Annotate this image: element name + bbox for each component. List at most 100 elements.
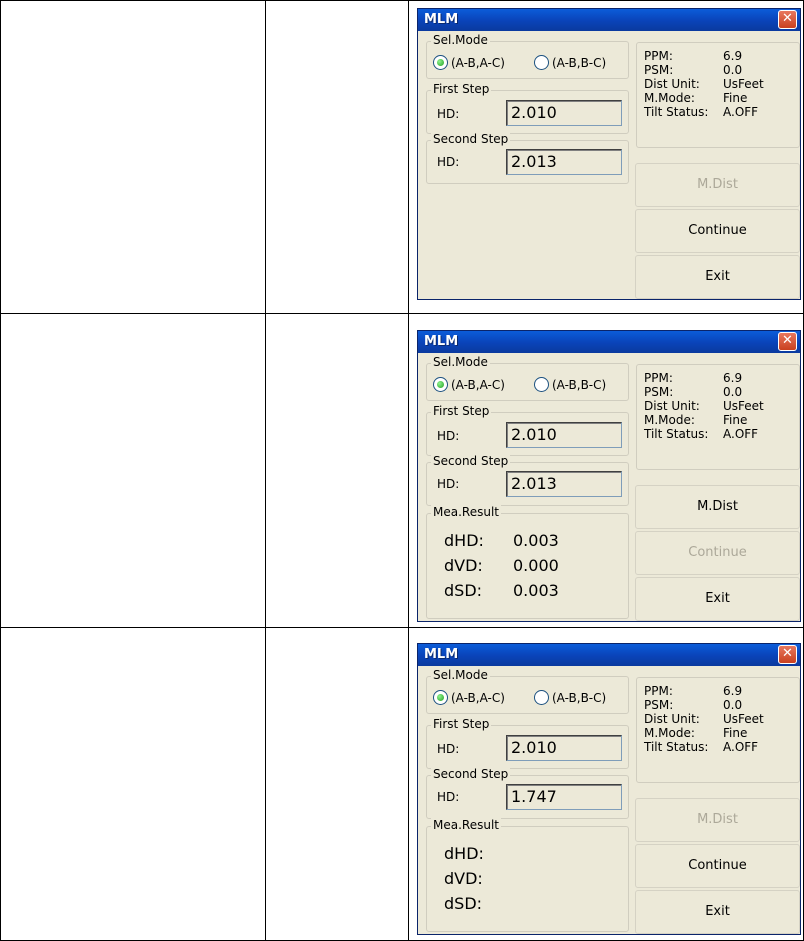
dsd-label: dSD: [444,894,483,913]
close-icon: ✕ [782,646,793,661]
sel-mode-label: Sel.Mode [431,355,490,369]
hd-label: HD: [437,742,460,756]
empty-cell [0,627,265,940]
m-mode-label: M.Mode: [644,726,695,740]
close-button[interactable]: ✕ [778,645,797,664]
ppm-label: PPM: [644,684,673,698]
hd-label: HD: [437,155,460,169]
close-button[interactable]: ✕ [778,10,797,29]
tilt-status-label: Tilt Status: [644,105,709,119]
empty-cell [265,313,408,627]
dist-unit-value: UsFeet [723,399,764,413]
mea-result-label: Mea.Result [431,818,501,832]
first-step-label: First Step [431,82,492,96]
m-mode-value: Fine [723,413,748,427]
first-step-label: First Step [431,404,492,418]
hd-label: HD: [437,429,460,443]
second-hd-field[interactable]: 1.747 [506,784,622,810]
title-bar: MLM ✕ [418,331,800,353]
exit-button[interactable]: Exit [635,255,800,299]
title-bar: MLM ✕ [418,9,800,31]
m-dist-button[interactable]: M.Dist [635,485,800,529]
continue-button[interactable]: Continue [635,531,800,575]
first-hd-field[interactable]: 2.010 [506,100,622,126]
continue-button[interactable]: Continue [635,209,800,253]
screenshot-cell: MLM ✕ Sel.Mode (A-B,A-C) (A-B,B-C) First… [408,313,804,627]
dsd-label: dSD: [444,581,483,600]
ppm-label: PPM: [644,371,673,385]
table-row: MLM ✕ Sel.Mode (A-B,A-C) (A-B,B-C) First… [0,627,804,940]
radio-ab-bc[interactable]: (A-B,B-C) [534,55,606,70]
m-mode-label: M.Mode: [644,91,695,105]
radio-ab-ac-label: (A-B,A-C) [451,690,505,705]
m-dist-button[interactable]: M.Dist [635,163,800,207]
radio-selected-icon [433,377,448,392]
tilt-status-label: Tilt Status: [644,427,709,441]
table-row: MLM ✕ Sel.Mode (A-B,A-C) (A-B,B-C) First… [0,0,804,313]
ppm-value: 6.9 [723,49,743,63]
screenshot-cell: MLM ✕ Sel.Mode (A-B,A-C) (A-B,B-C) First… [408,0,804,313]
first-step-group: First Step HD: 2.010 [426,717,629,769]
mea-result-group: Mea.Result dHD: 0.003 dVD: 0.000 dSD: 0.… [426,505,629,619]
layout-table: MLM ✕ Sel.Mode (A-B,A-C) (A-B,B-C) First… [0,0,804,941]
mea-result-group: Mea.Result dHD: dVD: dSD: [426,818,629,932]
psm-value: 0.0 [723,698,743,712]
exit-button[interactable]: Exit [635,890,800,934]
ppm-value: 6.9 [723,371,743,385]
sel-mode-group: Sel.Mode (A-B,A-C) (A-B,B-C) [426,33,629,79]
radio-ab-bc-label: (A-B,B-C) [552,377,607,392]
mea-result-label: Mea.Result [431,505,501,519]
m-mode-value: Fine [723,726,748,740]
first-step-label: First Step [431,717,492,731]
mlm-window: MLM ✕ Sel.Mode (A-B,A-C) (A-B,B-C) First… [417,643,801,935]
close-button[interactable]: ✕ [778,332,797,351]
continue-button[interactable]: Continue [635,844,800,888]
hd-label: HD: [437,477,460,491]
radio-ab-ac[interactable]: (A-B,A-C) [433,377,505,392]
dvd-label: dVD: [444,869,483,888]
radio-ab-ac-label: (A-B,A-C) [451,55,505,70]
sel-mode-group: Sel.Mode (A-B,A-C) (A-B,B-C) [426,668,629,714]
ppm-label: PPM: [644,49,673,63]
tilt-status-value: A.OFF [723,427,759,441]
second-hd-field[interactable]: 2.013 [506,149,622,175]
info-panel: PPM: 6.9 PSM: 0.0 Dist Unit: UsFeet M.Mo… [636,677,800,783]
dsd-value: 0.003 [513,581,559,600]
radio-selected-icon [433,690,448,705]
second-step-label: Second Step [431,454,511,468]
dist-unit-label: Dist Unit: [644,77,700,91]
radio-ab-bc[interactable]: (A-B,B-C) [534,690,606,705]
first-step-group: First Step HD: 2.010 [426,404,629,456]
tilt-status-label: Tilt Status: [644,740,709,754]
dist-unit-label: Dist Unit: [644,712,700,726]
first-hd-field[interactable]: 2.010 [506,422,622,448]
radio-unselected-icon [534,377,549,392]
exit-button[interactable]: Exit [635,577,800,621]
ppm-value: 6.9 [723,684,743,698]
radio-ab-ac-label: (A-B,A-C) [451,377,505,392]
radio-ab-ac[interactable]: (A-B,A-C) [433,690,505,705]
second-step-label: Second Step [431,767,511,781]
dvd-value: 0.000 [513,556,559,575]
second-hd-field[interactable]: 2.013 [506,471,622,497]
empty-cell [0,313,265,627]
empty-cell [0,0,265,313]
radio-ab-bc-label: (A-B,B-C) [552,690,607,705]
m-mode-label: M.Mode: [644,413,695,427]
dist-unit-label: Dist Unit: [644,399,700,413]
sel-mode-label: Sel.Mode [431,33,490,47]
psm-label: PSM: [644,385,674,399]
close-icon: ✕ [782,333,793,348]
radio-ab-ac[interactable]: (A-B,A-C) [433,55,505,70]
second-step-group: Second Step HD: 1.747 [426,767,629,819]
radio-ab-bc[interactable]: (A-B,B-C) [534,377,606,392]
m-dist-button[interactable]: M.Dist [635,798,800,842]
first-hd-field[interactable]: 2.010 [506,735,622,761]
screenshot-cell: MLM ✕ Sel.Mode (A-B,A-C) (A-B,B-C) First… [408,627,804,940]
empty-cell [265,627,408,940]
radio-unselected-icon [534,55,549,70]
hd-label: HD: [437,790,460,804]
psm-value: 0.0 [723,63,743,77]
close-icon: ✕ [782,11,793,26]
m-mode-value: Fine [723,91,748,105]
